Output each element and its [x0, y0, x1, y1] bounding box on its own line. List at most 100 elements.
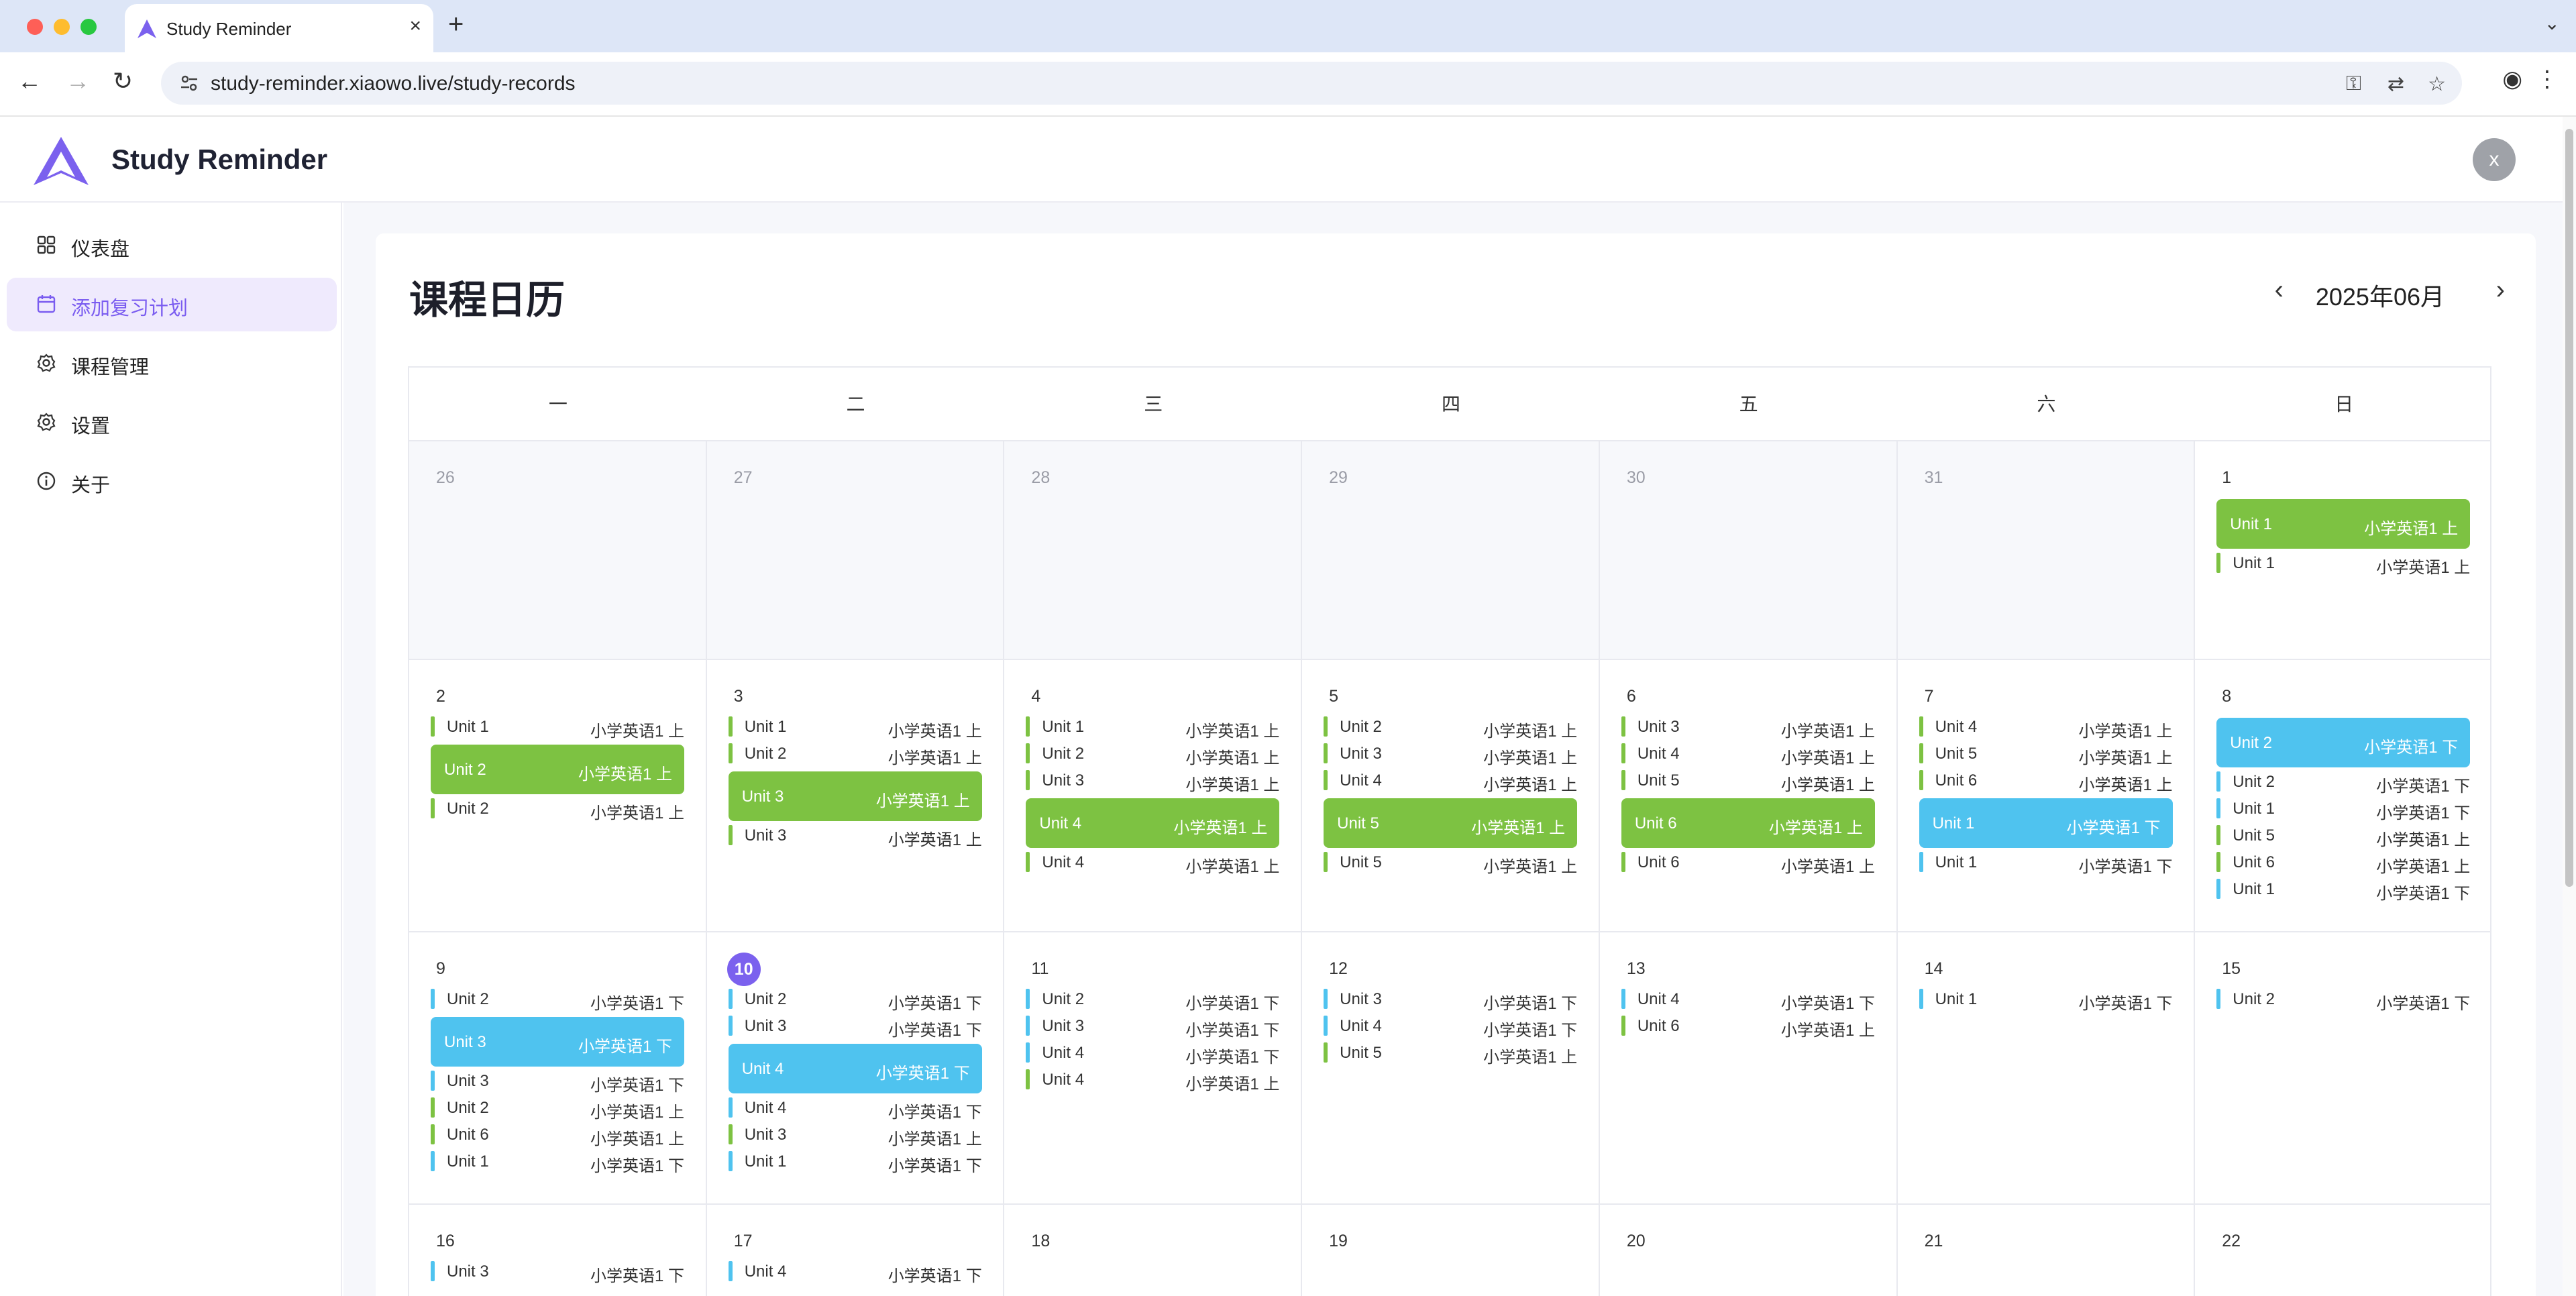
back-icon[interactable]: ← [17, 67, 42, 95]
review-event[interactable]: Unit 3 小学英语1 下 [431, 1260, 684, 1285]
sidebar-item-about[interactable]: 关于 [7, 455, 337, 508]
review-event[interactable]: Unit 3 小学英语1 上 [728, 1123, 982, 1148]
calendar-day-cell[interactable]: 5 Unit 2 小学英语1 上 Unit 3 小学英语1 上 Unit 4 小学英语1 上… [1302, 660, 1600, 932]
calendar-day-cell[interactable]: 21 [1897, 1205, 2196, 1296]
review-event[interactable]: Unit 1 小学英语1 上 [431, 715, 684, 741]
calendar-day-cell[interactable]: 29 [1302, 441, 1600, 660]
review-event[interactable]: Unit 3 小学英语1 下 [1324, 987, 1577, 1013]
calendar-day-cell[interactable]: 7 Unit 4 小学英语1 上 Unit 5 小学英语1 上 Unit 6 小学英语1 上… [1897, 660, 2196, 932]
scrollbar-thumb[interactable] [2565, 129, 2573, 887]
maximize-window-button[interactable] [80, 19, 97, 35]
highlighted-review-event[interactable]: Unit 3 小学英语1 下 [431, 1017, 684, 1067]
calendar-day-cell[interactable]: 8 Unit 2 小学英语1 下 Unit 2 小学英语1 下 Unit 1 小学英语1 下… [2195, 660, 2490, 932]
calendar-day-cell[interactable]: 1 Unit 1 小学英语1 上 Unit 1 小学英语1 上 [2195, 441, 2490, 660]
review-event[interactable]: Unit 3 小学英语1 下 [431, 1069, 684, 1095]
review-event[interactable]: Unit 3 小学英语1 上 [1621, 715, 1875, 741]
calendar-day-cell[interactable]: 11 Unit 2 小学英语1 下 Unit 3 小学英语1 下 Unit 4 小学英语1 … [1004, 932, 1303, 1205]
review-event[interactable]: Unit 1 小学英语1 下 [1919, 987, 2173, 1013]
calendar-day-cell[interactable]: 26 [409, 441, 707, 660]
review-event[interactable]: Unit 5 小学英语1 上 [1324, 851, 1577, 876]
tab-search-chevron-icon[interactable]: ⌄ [2544, 12, 2560, 34]
review-event[interactable]: Unit 6 小学英语1 上 [1621, 851, 1875, 876]
review-event[interactable]: Unit 6 小学英语1 上 [1621, 1014, 1875, 1040]
review-event[interactable]: Unit 6 小学英语1 上 [2216, 851, 2470, 876]
highlighted-review-event[interactable]: Unit 5 小学英语1 上 [1324, 798, 1578, 848]
review-event[interactable]: Unit 2 小学英语1 上 [431, 1096, 684, 1122]
highlighted-review-event[interactable]: Unit 2 小学英语1 下 [2216, 718, 2471, 767]
calendar-day-cell[interactable]: 20 [1599, 1205, 1898, 1296]
review-event[interactable]: Unit 4 小学英语1 上 [1621, 742, 1875, 767]
forward-icon[interactable]: → [66, 67, 90, 95]
minimize-window-button[interactable] [54, 19, 70, 35]
review-event[interactable]: Unit 4 小学英语1 上 [1026, 851, 1279, 876]
highlighted-review-event[interactable]: Unit 6 小学英语1 上 [1621, 798, 1875, 848]
user-avatar[interactable]: x [2473, 138, 2516, 181]
review-event[interactable]: Unit 1 小学英语1 下 [1919, 851, 2173, 876]
sidebar-item-settings[interactable]: 设置 [7, 396, 337, 449]
review-event[interactable]: Unit 1 小学英语1 下 [2216, 797, 2470, 822]
review-event[interactable]: Unit 3 小学英语1 下 [1026, 1014, 1279, 1040]
calendar-day-cell[interactable]: 14 Unit 1 小学英语1 下 [1897, 932, 2196, 1205]
review-event[interactable]: Unit 4 小学英语1 上 [1919, 715, 2173, 741]
calendar-day-cell[interactable]: 15 Unit 2 小学英语1 下 [2195, 932, 2490, 1205]
review-event[interactable]: Unit 5 小学英语1 上 [1324, 1041, 1577, 1067]
calendar-day-cell[interactable]: 10 Unit 2 小学英语1 下 Unit 3 小学英语1 下 Unit 4 小学英语1 … [706, 932, 1005, 1205]
review-event[interactable]: Unit 4 小学英语1 上 [1026, 1068, 1279, 1093]
calendar-day-cell[interactable]: 12 Unit 3 小学英语1 下 Unit 4 小学英语1 下 Unit 5 小学英语1 … [1302, 932, 1600, 1205]
review-event[interactable]: Unit 4 小学英语1 上 [1324, 769, 1577, 794]
review-event[interactable]: Unit 2 小学英语1 上 [728, 742, 982, 767]
highlighted-review-event[interactable]: Unit 1 小学英语1 下 [1919, 798, 2173, 848]
review-event[interactable]: Unit 4 小学英语1 下 [728, 1260, 982, 1285]
highlighted-review-event[interactable]: Unit 4 小学英语1 上 [1026, 798, 1280, 848]
calendar-day-cell[interactable]: 31 [1897, 441, 2196, 660]
new-tab-button[interactable]: + [448, 9, 464, 40]
review-event[interactable]: Unit 1 小学英语1 下 [431, 1150, 684, 1175]
calendar-day-cell[interactable]: 2 Unit 1 小学英语1 上 Unit 2 小学英语1 上 Unit 2 小学英语1 上 [409, 660, 707, 932]
review-event[interactable]: Unit 5 小学英语1 上 [1621, 769, 1875, 794]
calendar-day-cell[interactable]: 28 [1004, 441, 1303, 660]
site-settings-icon[interactable] [178, 72, 200, 94]
sidebar-item-course-management[interactable]: 课程管理 [7, 337, 337, 390]
review-event[interactable]: Unit 3 小学英语1 上 [728, 824, 982, 849]
review-event[interactable]: Unit 3 小学英语1 上 [1324, 742, 1577, 767]
review-event[interactable]: Unit 1 小学英语1 上 [2216, 551, 2470, 577]
browser-menu-icon[interactable]: ⋮ [2536, 66, 2559, 93]
calendar-day-cell[interactable]: 6 Unit 3 小学英语1 上 Unit 4 小学英语1 上 Unit 5 小学英语1 上… [1599, 660, 1898, 932]
next-month-chevron-icon[interactable]: › [2496, 275, 2505, 305]
calendar-day-cell[interactable]: 16 Unit 3 小学英语1 下 [409, 1205, 707, 1296]
translate-icon[interactable]: ⇄ [2387, 72, 2404, 96]
reload-icon[interactable]: ↻ [113, 67, 133, 95]
prev-month-chevron-icon[interactable]: ‹ [2275, 275, 2284, 305]
highlighted-review-event[interactable]: Unit 3 小学英语1 上 [728, 771, 982, 821]
bookmark-star-icon[interactable]: ☆ [2428, 72, 2446, 96]
calendar-day-cell[interactable]: 22 [2195, 1205, 2490, 1296]
review-event[interactable]: Unit 1 小学英语1 下 [728, 1150, 982, 1175]
review-event[interactable]: Unit 4 小学英语1 下 [1026, 1041, 1279, 1067]
review-event[interactable]: Unit 2 小学英语1 下 [2216, 987, 2470, 1013]
review-event[interactable]: Unit 5 小学英语1 上 [2216, 824, 2470, 849]
review-event[interactable]: Unit 6 小学英语1 上 [431, 1123, 684, 1148]
review-event[interactable]: Unit 1 小学英语1 上 [728, 715, 982, 741]
sidebar-item-add-review-plan[interactable]: 添加复习计划 [7, 278, 337, 331]
review-event[interactable]: Unit 3 小学英语1 下 [728, 1014, 982, 1040]
profile-icon[interactable]: ◉ [2502, 66, 2522, 93]
highlighted-review-event[interactable]: Unit 1 小学英语1 上 [2216, 499, 2471, 549]
calendar-day-cell[interactable]: 4 Unit 1 小学英语1 上 Unit 2 小学英语1 上 Unit 3 小学英语1 上… [1004, 660, 1303, 932]
review-event[interactable]: Unit 4 小学英语1 下 [1621, 987, 1875, 1013]
review-event[interactable]: Unit 2 小学英语1 上 [431, 797, 684, 822]
calendar-day-cell[interactable]: 30 [1599, 441, 1898, 660]
review-event[interactable]: Unit 2 小学英语1 上 [1324, 715, 1577, 741]
calendar-day-cell[interactable]: 27 [706, 441, 1005, 660]
review-event[interactable]: Unit 3 小学英语1 上 [1026, 769, 1279, 794]
review-event[interactable]: Unit 2 小学英语1 下 [2216, 770, 2470, 796]
close-window-button[interactable] [27, 19, 43, 35]
calendar-day-cell[interactable]: 19 [1302, 1205, 1600, 1296]
review-event[interactable]: Unit 4 小学英语1 下 [1324, 1014, 1577, 1040]
sidebar-item-dashboard[interactable]: 仪表盘 [7, 219, 337, 272]
calendar-day-cell[interactable]: 17 Unit 4 小学英语1 下 [706, 1205, 1005, 1296]
calendar-day-cell[interactable]: 13 Unit 4 小学英语1 下 Unit 6 小学英语1 上 [1599, 932, 1898, 1205]
review-event[interactable]: Unit 2 小学英语1 下 [728, 987, 982, 1013]
address-bar[interactable]: study-reminder.xiaowo.live/study-records… [161, 62, 2462, 105]
review-event[interactable]: Unit 6 小学英语1 上 [1919, 769, 2173, 794]
page-scrollbar[interactable] [2563, 117, 2576, 1296]
